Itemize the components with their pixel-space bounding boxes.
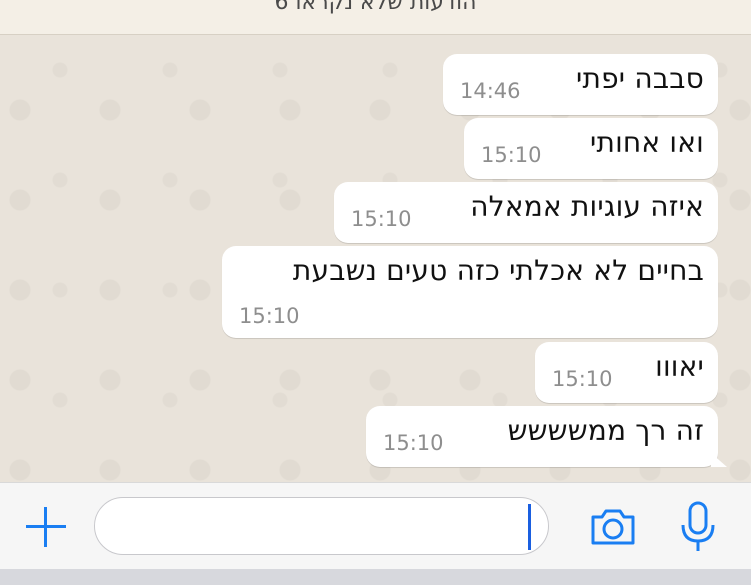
message-input[interactable] <box>94 497 549 555</box>
message-bubble[interactable]: ואו אחותי 15:10 <box>464 118 718 179</box>
message-time: 15:10 <box>351 207 412 231</box>
text-cursor <box>528 504 531 550</box>
message-text: בחיים לא אכלתי כזה טעים נשבעת <box>292 254 704 287</box>
camera-icon[interactable] <box>589 507 637 547</box>
chat-background: 6 הודעות שלא נקראו סבבה יפתי 14:46 ואו א… <box>0 0 751 482</box>
message-input-bar <box>0 482 751 570</box>
message-text: סבבה יפתי <box>576 62 704 95</box>
message-text: זה רך ממשששש <box>507 414 704 447</box>
message-bubble[interactable]: יאווו 15:10 <box>535 342 718 403</box>
message-bubble[interactable]: זה רך ממשששש 15:10 <box>366 406 727 467</box>
microphone-icon[interactable] <box>680 501 716 553</box>
message-text: ואו אחותי <box>590 126 704 159</box>
unread-banner-text: 6 הודעות שלא נקראו <box>274 0 477 15</box>
message-bubble[interactable]: סבבה יפתי 14:46 <box>443 54 718 115</box>
message-bubble[interactable]: בחיים לא אכלתי כזה טעים נשבעת 15:10 <box>222 246 718 338</box>
plus-icon[interactable] <box>24 505 68 549</box>
bubble-tail <box>711 453 727 467</box>
message-time: 14:46 <box>460 79 521 103</box>
bottom-safe-area <box>0 569 751 585</box>
unread-messages-banner: 6 הודעות שלא נקראו <box>0 0 751 35</box>
message-time: 15:10 <box>239 304 300 328</box>
message-bubble[interactable]: איזה עוגיות אמאלה 15:10 <box>334 182 718 243</box>
message-time: 15:10 <box>383 431 444 455</box>
message-text: יאווו <box>655 350 704 383</box>
message-time: 15:10 <box>552 367 613 391</box>
message-text: איזה עוגיות אמאלה <box>470 190 704 223</box>
message-time: 15:10 <box>481 143 542 167</box>
